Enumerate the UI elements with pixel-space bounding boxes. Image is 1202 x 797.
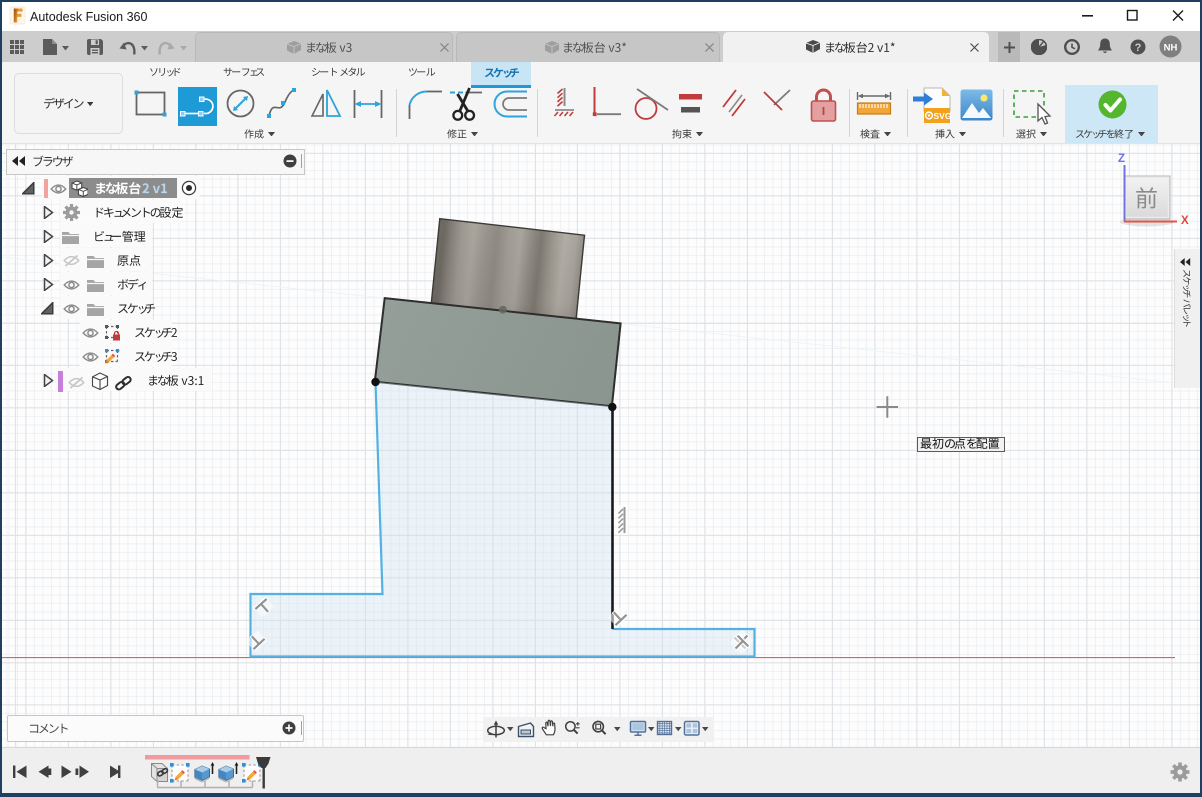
svg-text:NH: NH (1164, 42, 1178, 53)
svg-text:SVG: SVG (934, 111, 952, 121)
svg-text:?: ? (1135, 42, 1142, 54)
